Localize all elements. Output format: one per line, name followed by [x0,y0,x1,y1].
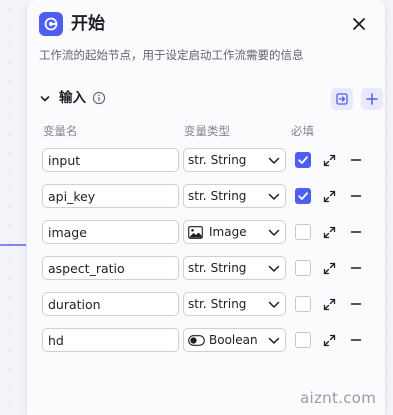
required-checkbox[interactable] [295,296,311,312]
type-label: String [210,189,247,203]
required-checkbox[interactable] [295,332,311,348]
type-icon: str. [188,297,207,311]
remove-variable-button[interactable] [348,260,364,276]
variable-name-input[interactable] [42,256,179,280]
variable-type-select[interactable]: str. String [183,292,286,316]
chevron-down-icon[interactable] [39,93,51,105]
remove-variable-button[interactable] [348,332,364,348]
minus-icon [350,231,362,233]
expand-icon [323,190,335,202]
minus-icon [350,303,362,305]
required-checkbox[interactable] [295,152,311,168]
minus-icon [350,195,362,197]
variable-type-select[interactable]: Boolean [183,328,286,352]
remove-variable-button[interactable] [348,296,364,312]
column-header-type: 变量类型 [184,124,230,138]
chevron-down-icon [268,157,280,164]
type-icon: str. [188,153,207,167]
panel-header: 开始 工作流的起始节点，用于设定启动工作流需要的信息 [27,0,385,80]
expand-button[interactable] [321,152,337,168]
chevron-down-icon [268,229,280,236]
type-icon: str. [188,261,207,275]
import-button[interactable] [331,88,353,110]
variable-row: str.String [27,148,387,174]
type-label: String [210,261,247,275]
start-node-icon [39,12,63,36]
expand-button[interactable] [321,332,337,348]
remove-variable-button[interactable] [348,152,364,168]
type-icon [188,333,206,347]
expand-icon [323,298,335,310]
variable-name-input[interactable] [42,220,179,244]
check-icon [298,156,308,164]
chevron-down-icon [268,265,280,272]
expand-icon [323,226,335,238]
variable-type-select[interactable]: str. String [183,148,286,172]
variable-row: str.String [27,256,387,282]
expand-icon [323,154,335,166]
chevron-down-icon [268,193,280,200]
required-checkbox[interactable] [295,260,311,276]
workflow-edge [0,244,28,246]
minus-icon [350,267,362,269]
column-header-required: 必填 [291,124,314,138]
info-icon[interactable] [92,91,106,105]
type-label: Boolean [209,333,258,347]
variable-name-input[interactable] [42,292,179,316]
expand-button[interactable] [321,296,337,312]
remove-variable-button[interactable] [348,188,364,204]
add-variable-button[interactable] [361,88,383,110]
check-icon [298,192,308,200]
variable-name-input[interactable] [42,328,179,352]
type-label: String [210,297,247,311]
type-icon [188,225,206,239]
minus-icon [350,159,362,161]
start-node-panel: 开始 工作流的起始节点，用于设定启动工作流需要的信息 输入 变量名 变量类型 必… [26,0,386,415]
section-title: 输入 [59,90,86,106]
type-label: Image [209,225,247,239]
required-checkbox[interactable] [295,224,311,240]
plus-icon [366,93,378,105]
variable-type-select[interactable]: Image [183,220,286,244]
variable-type-select[interactable]: str. String [183,184,286,208]
toggle-icon [188,334,205,346]
expand-button[interactable] [321,224,337,240]
variable-name-input[interactable] [42,148,179,172]
chevron-down-icon [268,301,280,308]
watermark: aiznt.com [300,389,377,407]
type-label: String [210,153,247,167]
column-header-name: 变量名 [43,124,78,138]
expand-icon [323,334,335,346]
panel-title: 开始 [71,14,105,34]
variable-type-select[interactable]: str. String [183,256,286,280]
required-checkbox[interactable] [295,188,311,204]
image-icon [188,225,203,239]
chevron-down-icon [268,337,280,344]
minus-icon [350,339,362,341]
expand-button[interactable] [321,188,337,204]
close-icon [353,18,365,30]
remove-variable-button[interactable] [348,224,364,240]
variable-row: Image [27,220,387,246]
variable-row: str.String [27,292,387,318]
type-icon: str. [188,189,207,203]
expand-icon [323,262,335,274]
variable-row: Boolean [27,328,387,354]
input-section-header: 输入 [39,88,383,110]
panel-description: 工作流的起始节点，用于设定启动工作流需要的信息 [39,48,304,62]
expand-button[interactable] [321,260,337,276]
import-icon [336,93,348,105]
close-button[interactable] [349,14,369,34]
variable-name-input[interactable] [42,184,179,208]
variable-row: str.String [27,184,387,210]
